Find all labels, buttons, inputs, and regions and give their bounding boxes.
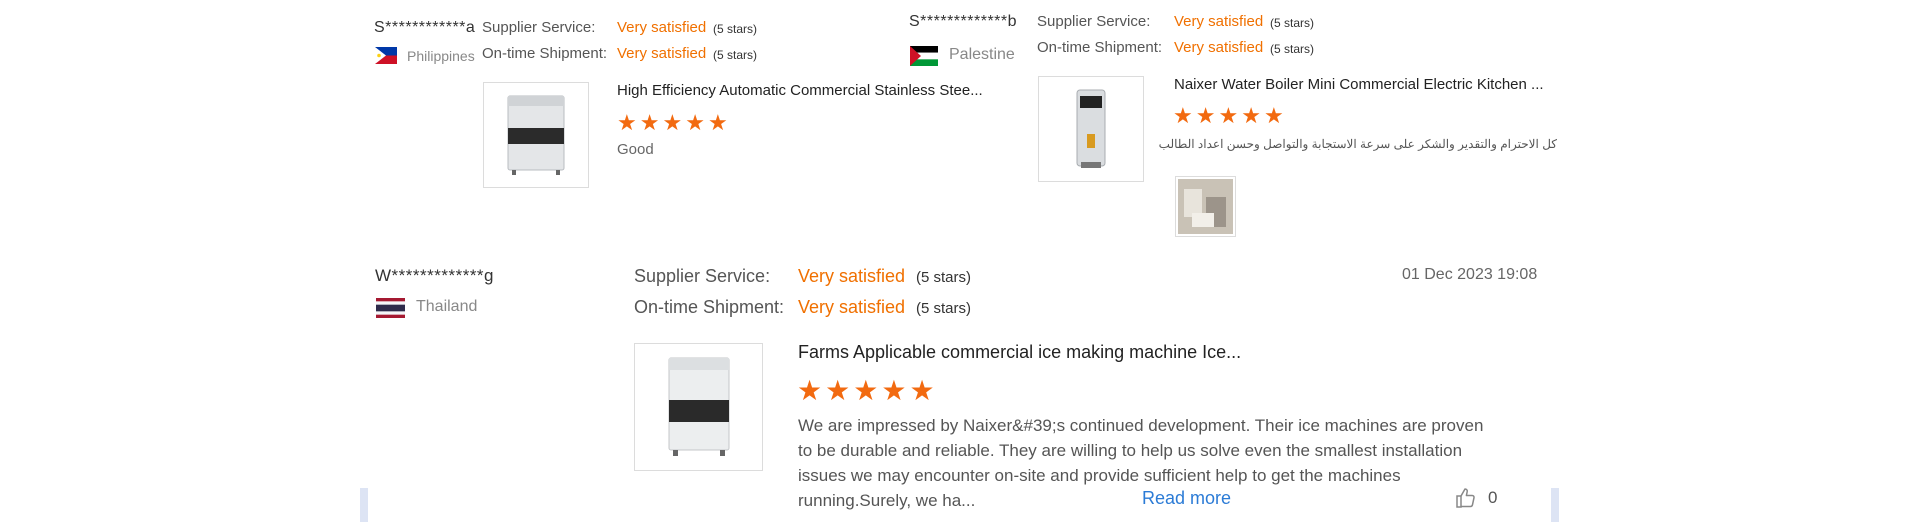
supplier-service-label: Supplier Service: <box>1037 13 1151 30</box>
like-count: 0 <box>1488 488 1498 507</box>
ice-machine-icon <box>507 95 565 175</box>
reviewer-name: S************a <box>374 19 476 36</box>
star-icon: ★ <box>1173 103 1193 128</box>
product-title[interactable]: High Efficiency Automatic Commercial Sta… <box>617 82 983 99</box>
thumbs-up-icon <box>1456 488 1475 508</box>
star-icon: ★ <box>1263 103 1284 128</box>
thailand-flag-icon <box>376 298 405 318</box>
palestine-flag-icon <box>910 46 938 66</box>
supplier-service-label: Supplier Service: <box>634 266 771 286</box>
like-button[interactable]: 0 <box>1454 486 1497 510</box>
ice-machine-icon <box>668 357 729 456</box>
review-comment: Good <box>617 141 654 158</box>
star-icon: ★ <box>1195 103 1216 128</box>
product-thumbnail[interactable] <box>634 343 763 471</box>
on-time-shipment-stars: (5 stars) <box>916 300 972 317</box>
on-time-shipment-label: On-time Shipment: <box>1037 39 1163 56</box>
star-icon: ★ <box>797 375 823 406</box>
reviewer-country: Palestine <box>949 46 1015 63</box>
scroll-indicator-right <box>1551 488 1559 522</box>
star-icon: ★ <box>707 110 728 135</box>
supplier-service-value: Very satisfied <box>1174 13 1264 30</box>
star-icon: ★ <box>639 110 660 135</box>
star-icon: ★ <box>685 110 705 135</box>
product-thumbnail[interactable] <box>483 82 589 188</box>
on-time-shipment-value: Very satisfied <box>1174 39 1264 56</box>
photo-icon <box>1178 179 1233 234</box>
star-icon: ★ <box>881 375 907 406</box>
product-title[interactable]: Naixer Water Boiler Mini Commercial Elec… <box>1174 76 1544 93</box>
philippines-flag-icon <box>375 47 397 64</box>
star-icon: ★ <box>1241 103 1261 128</box>
supplier-service-stars: (5 stars) <box>1270 16 1315 30</box>
star-icon: ★ <box>617 110 637 135</box>
product-title[interactable]: Farms Applicable commercial ice making m… <box>798 342 1241 363</box>
reviewer-country: Philippines <box>407 48 475 64</box>
read-more-link[interactable]: Read more <box>1142 488 1231 509</box>
supplier-service-value: Very satisfied <box>617 19 707 36</box>
star-icon: ★ <box>1218 103 1239 128</box>
product-rating: ★ ★ ★ ★ ★ <box>1173 105 1284 127</box>
star-icon: ★ <box>853 375 879 406</box>
supplier-service-value: Very satisfied <box>798 266 906 286</box>
on-time-shipment-stars: (5 stars) <box>1270 42 1315 56</box>
on-time-shipment-label: On-time Shipment: <box>482 45 608 62</box>
on-time-shipment-stars: (5 stars) <box>713 48 758 62</box>
product-thumbnail[interactable] <box>1038 76 1144 182</box>
supplier-service-label: Supplier Service: <box>482 19 596 36</box>
review-date: 01 Dec 2023 19:08 <box>1402 266 1538 283</box>
reviewer-name: S*************b <box>909 13 1018 30</box>
supplier-service-stars: (5 stars) <box>916 269 972 286</box>
star-icon: ★ <box>909 375 935 406</box>
water-boiler-icon <box>1076 89 1106 168</box>
reviewer-country: Thailand <box>416 298 478 315</box>
star-icon: ★ <box>825 375 851 406</box>
on-time-shipment-value: Very satisfied <box>798 297 906 317</box>
product-rating: ★ ★ ★ ★ ★ <box>797 377 935 405</box>
product-rating: ★ ★ ★ ★ ★ <box>617 112 728 134</box>
review-comment: كل الاحترام والتقدير والشكر على سرعة الا… <box>1158 137 1557 151</box>
reviewer-name: W*************g <box>375 266 495 285</box>
scroll-indicator-left <box>360 488 368 522</box>
star-icon: ★ <box>662 110 683 135</box>
on-time-shipment-label: On-time Shipment: <box>634 297 785 317</box>
review-photo[interactable] <box>1175 176 1236 237</box>
supplier-service-stars: (5 stars) <box>713 22 758 36</box>
on-time-shipment-value: Very satisfied <box>617 45 707 62</box>
